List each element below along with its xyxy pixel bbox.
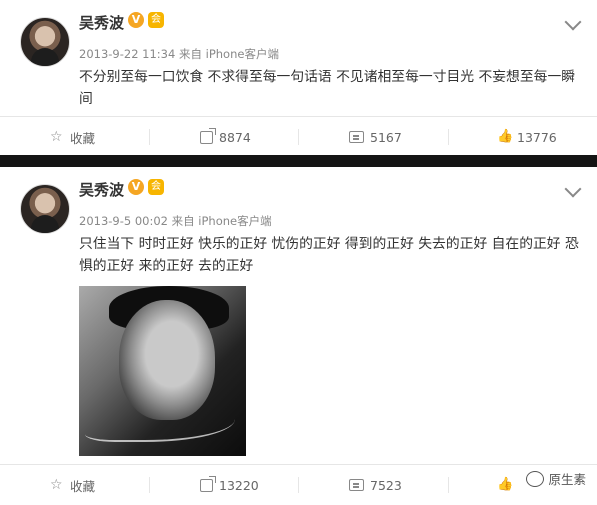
divider bbox=[298, 129, 299, 145]
repost-button[interactable]: 13220 bbox=[200, 465, 259, 505]
comment-button[interactable]: 7523 bbox=[349, 465, 402, 505]
photo-face bbox=[119, 300, 215, 420]
thumbs-up-icon: 👍 bbox=[497, 129, 514, 144]
watermark: 原生素 bbox=[523, 468, 589, 489]
divider bbox=[149, 129, 150, 145]
chevron-down-icon[interactable] bbox=[564, 180, 582, 198]
like-count: 13776 bbox=[517, 129, 557, 145]
divider bbox=[149, 477, 150, 493]
repost-count: 13220 bbox=[219, 477, 259, 493]
comment-button[interactable]: 5167 bbox=[349, 117, 402, 157]
chevron-down-icon[interactable] bbox=[564, 13, 582, 31]
post-divider bbox=[0, 155, 597, 167]
repost-button[interactable]: 8874 bbox=[200, 117, 251, 157]
divider bbox=[298, 477, 299, 493]
divider bbox=[448, 129, 449, 145]
weibo-post-2: 吴秀波 V 会 2013-9-5 00:02 来自 iPhone客户端 只住当下… bbox=[0, 167, 597, 501]
thumbs-up-icon: 👍 bbox=[497, 477, 514, 492]
repost-count: 8874 bbox=[219, 129, 251, 145]
repost-icon bbox=[200, 475, 216, 492]
post-text: 只住当下 时时正好 快乐的正好 忧伤的正好 得到的正好 失去的正好 自在的正好 … bbox=[79, 236, 579, 274]
favorite-button[interactable]: ☆ 收藏 bbox=[50, 465, 95, 505]
favorite-button[interactable]: ☆ 收藏 bbox=[50, 117, 95, 157]
photo-signature bbox=[85, 404, 235, 442]
username[interactable]: 吴秀波 bbox=[79, 12, 124, 33]
watermark-text: 原生素 bbox=[548, 472, 586, 487]
star-icon: ☆ bbox=[50, 129, 63, 145]
post-meta: 2013-9-5 00:02 来自 iPhone客户端 bbox=[79, 214, 272, 228]
comment-icon bbox=[349, 479, 364, 491]
wechat-icon bbox=[526, 470, 545, 487]
avatar[interactable] bbox=[20, 17, 70, 67]
favorite-label: 收藏 bbox=[70, 478, 96, 494]
post-text: 不分别至每一口饮食 不求得至每一句话语 不见诸相至每一寸目光 不妄想至每一瞬间 bbox=[79, 69, 576, 107]
post-meta: 2013-9-22 11:34 来自 iPhone客户端 bbox=[79, 47, 279, 61]
repost-icon bbox=[200, 127, 216, 144]
like-button[interactable]: 👍 bbox=[497, 465, 517, 505]
divider bbox=[448, 477, 449, 493]
username[interactable]: 吴秀波 bbox=[79, 179, 124, 200]
avatar[interactable] bbox=[20, 184, 70, 234]
member-badge-icon[interactable]: 会 bbox=[148, 12, 164, 28]
action-bar: ☆ 收藏 13220 7523 👍 bbox=[0, 464, 597, 505]
like-button[interactable]: 👍 13776 bbox=[497, 117, 557, 157]
action-bar: ☆ 收藏 8874 5167 👍 13776 bbox=[0, 116, 597, 157]
member-badge-icon[interactable]: 会 bbox=[148, 179, 164, 195]
comment-count: 5167 bbox=[370, 129, 402, 145]
favorite-label: 收藏 bbox=[70, 130, 96, 146]
weibo-post-1: 吴秀波 V 会 2013-9-22 11:34 来自 iPhone客户端 不分别… bbox=[0, 0, 597, 155]
comment-count: 7523 bbox=[370, 477, 402, 493]
star-icon: ☆ bbox=[50, 477, 63, 493]
post-photo[interactable] bbox=[79, 286, 246, 456]
verified-badge-icon: V bbox=[128, 12, 144, 28]
comment-icon bbox=[349, 131, 364, 143]
verified-badge-icon: V bbox=[128, 179, 144, 195]
